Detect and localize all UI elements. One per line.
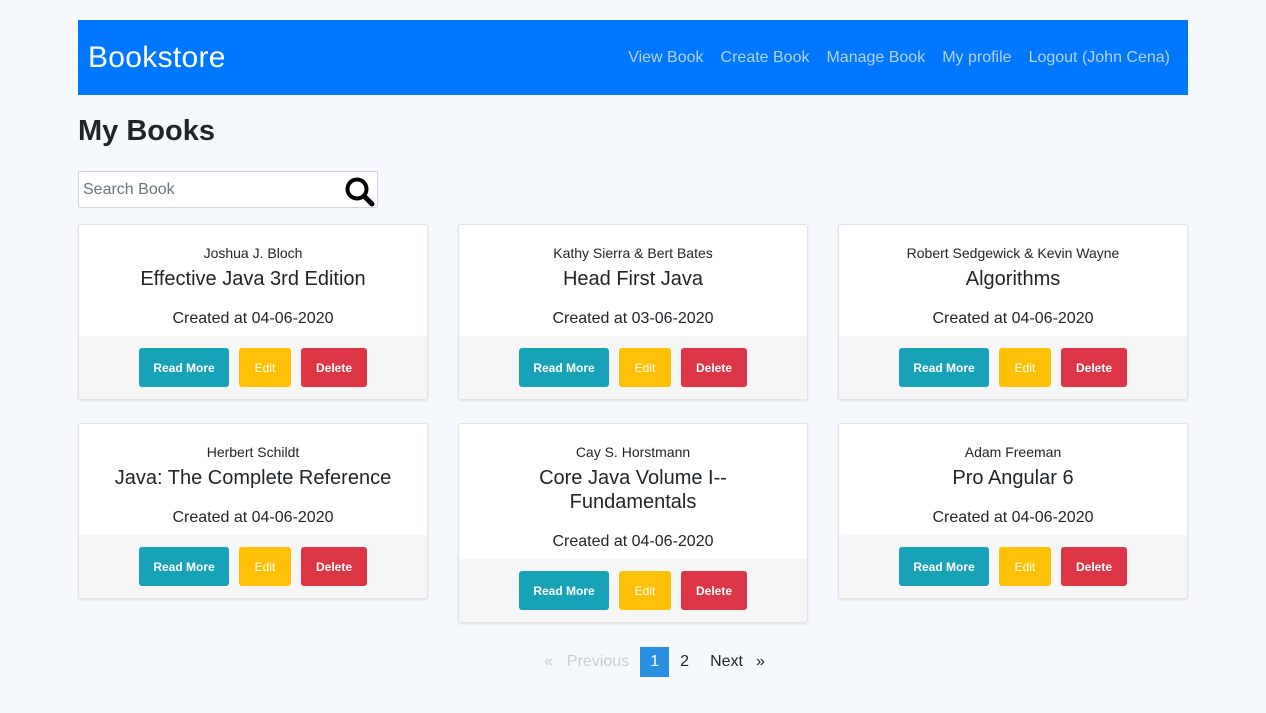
page-title: My Books [78,115,215,147]
page-link-2[interactable]: 2 [673,647,696,677]
prev-arrow: « [544,653,553,670]
nav-my-profile[interactable]: My profile [942,49,1011,67]
nav-manage-book[interactable]: Manage Book [826,49,925,67]
edit-button[interactable]: Edit [619,571,671,610]
navbar: Bookstore View Book Create Book Manage B… [78,20,1188,95]
read-more-button[interactable]: Read More [139,547,229,586]
nav-links: View Book Create Book Manage Book My pro… [628,49,1178,67]
delete-button[interactable]: Delete [301,348,367,387]
read-more-button[interactable]: Read More [519,348,609,387]
next-page-link[interactable]: Next [696,647,749,677]
book-author: Cay S. Horstmann [575,444,691,460]
edit-button[interactable]: Edit [239,348,291,387]
book-title: Java: The Complete Reference [114,467,392,489]
book-card: Adam Freeman Pro Angular 6 Created at 04… [838,423,1188,599]
book-author: Kathy Sierra & Bert Bates [553,245,713,261]
book-created-date: Created at 04-06-2020 [172,509,334,526]
book-author: Herbert Schildt [206,444,300,460]
book-title: Pro Angular 6 [952,467,1074,489]
book-title: Algorithms [965,268,1061,290]
read-more-button[interactable]: Read More [899,547,989,586]
book-card: Cay S. Horstmann Core Java Volume I--Fun… [458,423,808,623]
edit-button[interactable]: Edit [999,547,1051,586]
nav-logout[interactable]: Logout (John Cena) [1029,49,1170,67]
delete-button[interactable]: Delete [681,571,747,610]
read-more-button[interactable]: Read More [139,348,229,387]
edit-button[interactable]: Edit [619,348,671,387]
book-created-date: Created at 04-06-2020 [932,509,1094,526]
edit-button[interactable]: Edit [239,547,291,586]
next-arrow[interactable]: » [749,647,772,677]
book-author: Joshua J. Bloch [203,245,303,261]
delete-button[interactable]: Delete [1061,348,1127,387]
brand-logo[interactable]: Bookstore [88,41,226,75]
search-input[interactable] [79,172,339,207]
book-card: Herbert Schildt Java: The Complete Refer… [78,423,428,599]
card-actions: Read More Edit Delete [459,336,807,399]
book-author: Adam Freeman [964,444,1062,460]
card-actions: Read More Edit Delete [79,535,427,598]
book-created-date: Created at 04-06-2020 [932,310,1094,327]
delete-button[interactable]: Delete [301,547,367,586]
delete-button[interactable]: Delete [1061,547,1127,586]
search-icon[interactable] [343,175,377,209]
nav-create-book[interactable]: Create Book [721,49,810,67]
book-title: Effective Java 3rd Edition [140,268,366,290]
book-title: Head First Java [562,268,704,290]
delete-button[interactable]: Delete [681,348,747,387]
book-created-date: Created at 03-06-2020 [552,310,714,327]
pagination: « Previous 1 2 Next » [537,647,772,677]
nav-view-book[interactable]: View Book [628,49,703,67]
card-actions: Read More Edit Delete [79,336,427,399]
page-link-1[interactable]: 1 [640,647,670,677]
card-actions: Read More Edit Delete [839,535,1187,598]
book-created-date: Created at 04-06-2020 [552,533,714,550]
card-actions: Read More Edit Delete [459,559,807,622]
book-title: Core Java Volume I--Fundamentals [539,467,727,513]
search-box [78,171,378,208]
previous-page-link: Previous [566,653,630,670]
book-author: Robert Sedgewick & Kevin Wayne [906,245,1120,261]
edit-button[interactable]: Edit [999,348,1051,387]
book-card: Robert Sedgewick & Kevin Wayne Algorithm… [838,224,1188,400]
read-more-button[interactable]: Read More [899,348,989,387]
book-created-date: Created at 04-06-2020 [172,310,334,327]
book-card: Joshua J. Bloch Effective Java 3rd Editi… [78,224,428,400]
read-more-button[interactable]: Read More [519,571,609,610]
card-actions: Read More Edit Delete [839,336,1187,399]
book-card: Kathy Sierra & Bert Bates Head First Jav… [458,224,808,400]
